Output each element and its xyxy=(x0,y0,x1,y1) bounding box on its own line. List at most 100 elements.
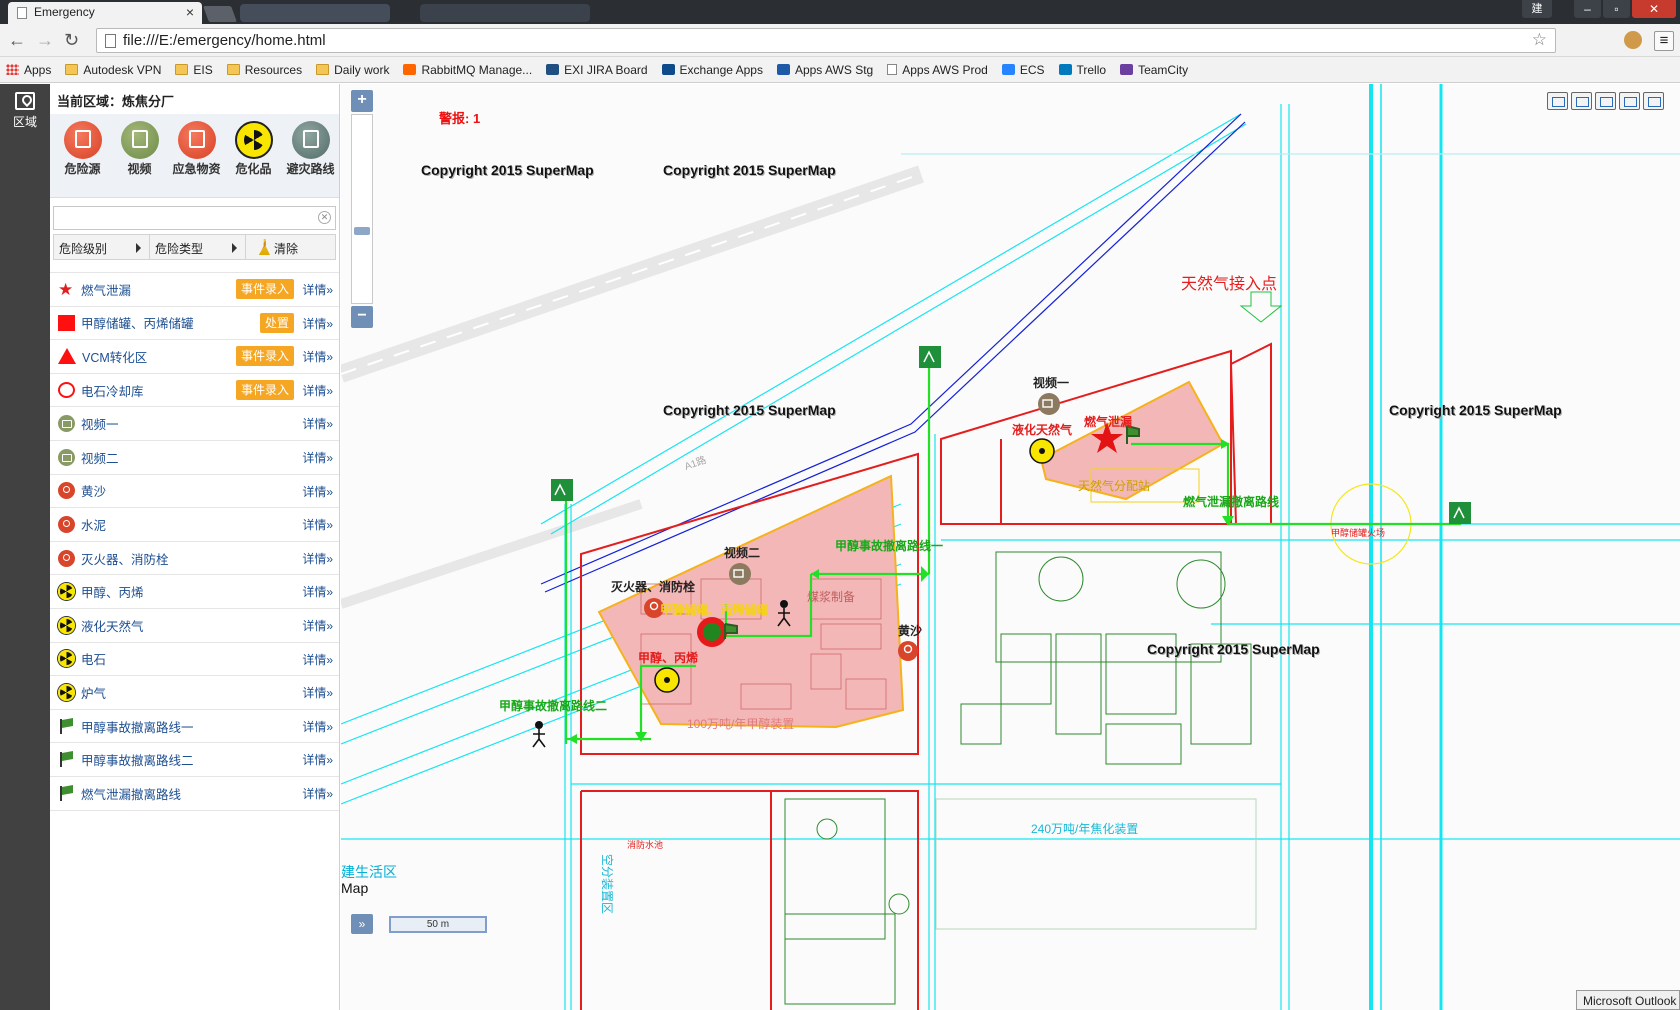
new-tab-button[interactable] xyxy=(203,6,237,22)
list-item[interactable]: 液化天然气 详情» xyxy=(50,609,339,643)
bookmark-star-icon[interactable]: ☆ xyxy=(1532,30,1547,50)
danger-zone-methanol xyxy=(597,474,905,729)
map-canvas[interactable]: 天然气接入点视频一液化天然气燃气泄漏天然气分配站燃气泄漏撤离路线视频二灭火器、消… xyxy=(341,84,1680,1010)
browser-tab[interactable]: Emergency × xyxy=(8,2,202,24)
window-close-button[interactable]: ✕ xyxy=(1632,0,1676,18)
filter-type-dropdown[interactable]: 危险类型 xyxy=(150,235,246,259)
detail-link[interactable]: 详情» xyxy=(302,684,333,701)
window-maximize-button[interactable]: ▫ xyxy=(1603,0,1630,18)
list-item[interactable]: 电石冷却库 事件录入 详情» xyxy=(50,374,339,408)
list-item-action-button[interactable]: 处置 xyxy=(259,312,294,333)
layer-switch-icon[interactable] xyxy=(1547,92,1568,110)
background-tab[interactable] xyxy=(240,4,390,22)
map-label-a1: A1路 xyxy=(683,453,708,473)
bookmark-item[interactable]: Apps AWS Prod xyxy=(887,63,988,77)
bookmark-item[interactable]: Exchange Apps xyxy=(661,63,763,77)
cookie-extension-icon[interactable] xyxy=(1624,31,1642,49)
detail-link[interactable]: 详情» xyxy=(302,718,333,735)
list-item[interactable]: 灭火器、消防栓 详情» xyxy=(50,542,339,576)
category-button[interactable]: 应急物资 xyxy=(168,121,225,197)
map-view[interactable]: 天然气接入点 视频一 液化天然气 燃气泄漏 天然气分配站 燃气泄漏撤离路线 视频二 灭火器、消… xyxy=(341,84,1680,1010)
list-item-action-button[interactable]: 事件录入 xyxy=(235,279,294,299)
category-button[interactable]: 危险源 xyxy=(54,121,111,197)
zoom-out-button[interactable]: − xyxy=(351,306,373,328)
category-button[interactable]: 避灾路线 xyxy=(282,121,339,197)
bookmark-item[interactable]: Apps AWS Stg xyxy=(776,63,873,77)
bookmark-item[interactable]: TeamCity xyxy=(1120,63,1188,77)
hazard-source-icon xyxy=(63,121,102,159)
window-minimize-button[interactable]: – xyxy=(1574,0,1601,18)
list-item[interactable]: 甲醇储罐、丙烯储罐 处置 详情» xyxy=(50,307,339,341)
detail-link[interactable]: 详情» xyxy=(302,382,333,399)
zoom-slider-track[interactable] xyxy=(351,114,373,304)
category-button[interactable]: 危化品 xyxy=(225,121,282,197)
detail-link[interactable]: 详情» xyxy=(302,751,333,768)
fullscreen-icon[interactable] xyxy=(1643,92,1664,110)
list-item[interactable]: 水泥 详情» xyxy=(50,508,339,542)
tab-close-icon[interactable]: × xyxy=(186,4,194,20)
item-list: ★ 燃气泄漏 事件录入 详情» 甲醇储罐、丙烯储罐 处置 详情» VCM转化区 事件录入 详情» 电… xyxy=(50,272,339,811)
detail-link[interactable]: 详情» xyxy=(302,651,333,668)
bookmark-item[interactable]: ECS xyxy=(1001,63,1045,77)
browser-menu-button[interactable]: ≡ xyxy=(1654,31,1674,51)
bookmark-item[interactable]: Apps xyxy=(6,63,51,77)
list-item[interactable]: VCM转化区 事件录入 详情» xyxy=(50,340,339,374)
search-input[interactable] xyxy=(58,208,311,228)
detail-link[interactable]: 详情» xyxy=(302,516,333,533)
filter-level-dropdown[interactable]: 危险级别 xyxy=(54,235,150,259)
list-item[interactable]: 视频二 详情» xyxy=(50,441,339,475)
bookmark-item[interactable]: EIS xyxy=(175,63,213,77)
list-item[interactable]: 甲醇事故撤离路线一 详情» xyxy=(50,710,339,744)
clear-filters-button[interactable]: 清除 xyxy=(246,235,335,259)
list-item[interactable]: 炉气 详情» xyxy=(50,676,339,710)
detail-link[interactable]: 详情» xyxy=(302,785,333,802)
bookmark-item[interactable]: Trello xyxy=(1058,63,1106,77)
measure-distance-icon[interactable] xyxy=(1595,92,1616,110)
list-item[interactable]: 甲醇、丙烯 详情» xyxy=(50,575,339,609)
folder-icon xyxy=(316,64,330,75)
zoom-in-button[interactable]: + xyxy=(351,90,373,112)
list-item[interactable]: 燃气泄漏撤离路线 详情» xyxy=(50,777,339,811)
list-item-name: 甲醇事故撤离路线一 xyxy=(81,720,194,735)
list-item[interactable]: 甲醇事故撤离路线二 详情» xyxy=(50,743,339,777)
reload-button[interactable]: ↻ xyxy=(64,30,79,50)
rail-item-region[interactable]: 区域 xyxy=(0,92,50,130)
detail-link[interactable]: 详情» xyxy=(302,315,333,332)
detail-link[interactable]: 详情» xyxy=(302,483,333,500)
map-label-gas-leak: 燃气泄漏 xyxy=(1084,414,1132,429)
list-item-name: VCM转化区 xyxy=(82,350,148,365)
clear-search-icon[interactable]: ✕ xyxy=(318,211,331,224)
detail-link[interactable]: 详情» xyxy=(302,617,333,634)
list-item-action-button[interactable]: 事件录入 xyxy=(235,346,294,367)
detail-link[interactable]: 详情» xyxy=(302,550,333,567)
measure-area-icon[interactable] xyxy=(1619,92,1640,110)
bookmark-item[interactable]: Autodesk VPN xyxy=(65,63,161,77)
list-item[interactable]: 黄沙 详情» xyxy=(50,475,339,509)
detail-link[interactable]: 详情» xyxy=(302,281,333,298)
expand-panel-button[interactable]: » xyxy=(351,914,373,934)
bookmark-item[interactable]: EXI JIRA Board xyxy=(546,63,648,77)
detail-link[interactable]: 详情» xyxy=(302,415,333,432)
draw-rect-icon[interactable] xyxy=(1571,92,1592,110)
zoom-slider-thumb[interactable] xyxy=(354,227,370,235)
back-button[interactable]: ← xyxy=(8,30,26,50)
detail-link[interactable]: 详情» xyxy=(302,583,333,600)
background-tab[interactable] xyxy=(420,4,590,22)
bookmark-item[interactable]: Daily work xyxy=(316,63,389,77)
category-button[interactable]: 视频 xyxy=(111,121,168,197)
map-label-gas-route: 燃气泄漏撤离路线 xyxy=(1183,494,1279,509)
detail-link[interactable]: 详情» xyxy=(302,348,333,365)
search-box[interactable]: ✕ xyxy=(53,206,336,230)
address-bar[interactable]: file:///E:/emergency/home.html ☆ xyxy=(96,28,1556,53)
detail-link[interactable]: 详情» xyxy=(302,449,333,466)
outlook-taskbar-popup[interactable]: Microsoft Outlook xyxy=(1576,990,1680,1010)
side-panel: 当前区域：炼焦分厂 危险源 视频 应急物资 危化品 避灾路线 ✕ 危险级别 危险类型 清… xyxy=(50,84,340,1010)
list-item[interactable]: ★ 燃气泄漏 事件录入 详情» xyxy=(50,273,339,307)
list-item[interactable]: 视频一 详情» xyxy=(50,407,339,441)
list-item-action-button[interactable]: 事件录入 xyxy=(235,379,294,400)
forward-button[interactable]: → xyxy=(36,30,54,50)
bookmark-item[interactable]: Resources xyxy=(226,63,302,77)
list-item[interactable]: 电石 详情» xyxy=(50,643,339,677)
profile-badge[interactable]: 建 xyxy=(1522,0,1552,18)
bookmark-item[interactable]: RabbitMQ Manage... xyxy=(403,63,532,77)
